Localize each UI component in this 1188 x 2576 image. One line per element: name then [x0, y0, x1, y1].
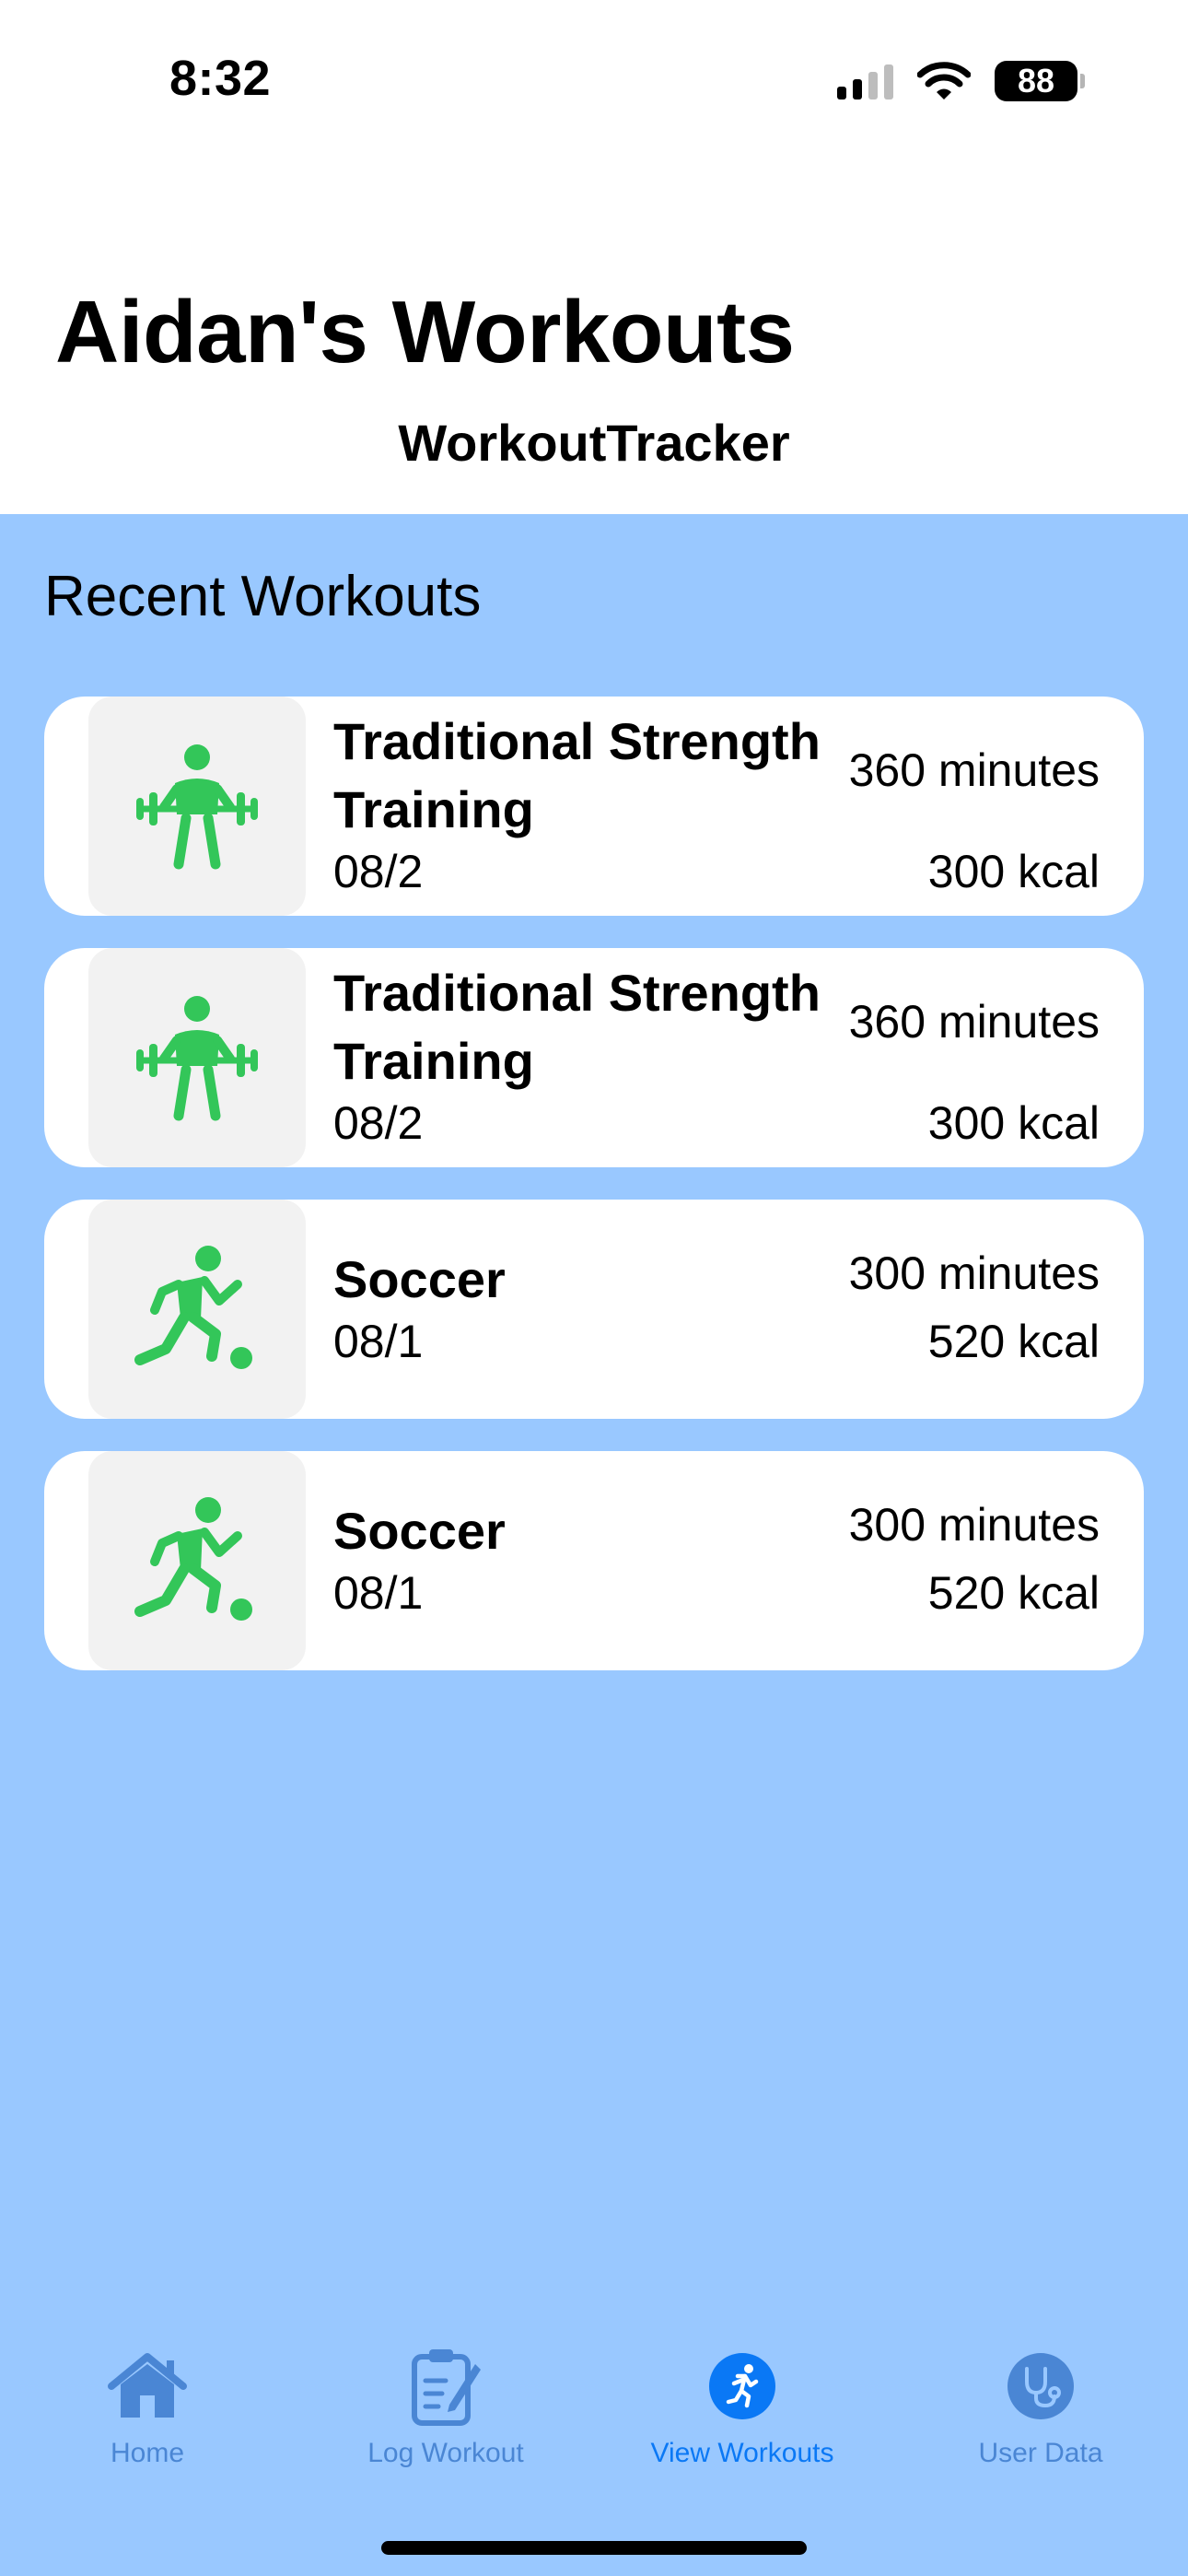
workout-date: 08/2	[333, 846, 424, 897]
workout-calories: 520 kcal	[927, 1567, 1100, 1619]
workout-duration: 300 minutes	[848, 1247, 1100, 1299]
workout-calories: 300 kcal	[927, 846, 1100, 897]
workout-card[interactable]: Soccer 08/1 300 minutes 520 kcal	[44, 1451, 1144, 1670]
workout-date: 08/2	[333, 1097, 424, 1149]
tab-label: User Data	[978, 2438, 1103, 2468]
running-figure-icon	[708, 2340, 776, 2432]
tab-user-data[interactable]: User Data	[912, 2340, 1170, 2497]
tab-bar: Home Log Workout View Workouts User Data	[0, 2340, 1188, 2506]
tab-home[interactable]: Home	[18, 2340, 276, 2497]
workout-card[interactable]: Soccer 08/1 300 minutes 520 kcal	[44, 1200, 1144, 1419]
status-icons: 88	[837, 55, 1085, 107]
workout-name: Traditional Strength Training	[333, 712, 821, 838]
tab-log-workout[interactable]: Log Workout	[317, 2340, 575, 2497]
workout-name: Soccer	[333, 1250, 506, 1308]
clipboard-pencil-icon	[409, 2340, 483, 2432]
tab-view-workouts[interactable]: View Workouts	[613, 2340, 871, 2497]
workout-date: 08/1	[333, 1567, 424, 1619]
wifi-icon	[917, 62, 971, 100]
workout-duration: 360 minutes	[848, 744, 1100, 796]
battery-level: 88	[995, 61, 1077, 101]
section-title: Recent Workouts	[44, 565, 482, 628]
workout-calories: 300 kcal	[927, 1097, 1100, 1149]
tab-label: Log Workout	[367, 2438, 524, 2468]
workout-name: Traditional Strength Training	[333, 964, 821, 1090]
weightlifting-icon	[88, 697, 306, 916]
home-indicator[interactable]	[381, 2541, 807, 2555]
cellular-signal-icon	[837, 63, 893, 100]
page-title: Aidan's Workouts	[55, 283, 795, 381]
workout-duration: 360 minutes	[848, 996, 1100, 1048]
tab-label: View Workouts	[650, 2438, 834, 2468]
tab-label: Home	[110, 2438, 185, 2468]
workout-calories: 520 kcal	[927, 1316, 1100, 1367]
soccer-player-icon	[88, 1200, 306, 1419]
workout-duration: 300 minutes	[848, 1499, 1100, 1551]
stethoscope-icon	[1007, 2340, 1075, 2432]
workout-date: 08/1	[333, 1316, 424, 1367]
workout-list: Traditional Strength Training 08/2 360 m…	[44, 697, 1144, 1703]
house-icon	[108, 2340, 187, 2432]
workout-card[interactable]: Traditional Strength Training 08/2 360 m…	[44, 948, 1144, 1167]
workout-name: Soccer	[333, 1502, 506, 1560]
battery-icon: 88	[995, 61, 1085, 101]
app-name: WorkoutTracker	[398, 414, 790, 472]
status-time: 8:32	[169, 51, 272, 106]
soccer-player-icon	[88, 1451, 306, 1670]
weightlifting-icon	[88, 948, 306, 1167]
workout-card[interactable]: Traditional Strength Training 08/2 360 m…	[44, 697, 1144, 916]
